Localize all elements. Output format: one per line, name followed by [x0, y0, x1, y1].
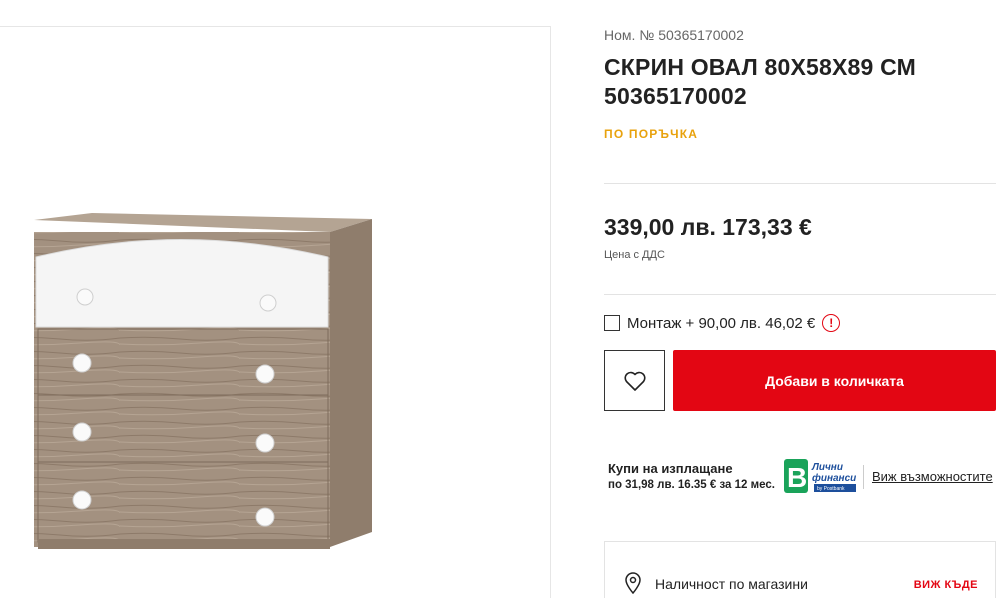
divider	[863, 465, 864, 489]
svg-text:by Postbank: by Postbank	[817, 486, 845, 492]
product-price: 339,00 лв. 173,33 €	[604, 214, 812, 240]
assembly-checkbox[interactable]	[604, 315, 620, 331]
product-title: СКРИН ОВАЛ 80Х58Х89 СМ 50365170002	[604, 54, 916, 109]
svg-text:Лични: Лични	[811, 462, 843, 473]
leasing-terms: по 31,98 лв. 16.35 € за 12 мес.	[608, 479, 775, 491]
heart-icon	[623, 371, 646, 391]
divider	[604, 183, 996, 184]
leasing-options-link[interactable]: Виж възможностите	[872, 469, 993, 484]
lichni-finansi-logo: В Лични финанси by Postbank	[784, 459, 856, 493]
leasing-title: Купи на изплащане	[608, 461, 733, 476]
add-to-cart-button[interactable]: Добави в количката	[673, 350, 996, 411]
leasing-block: Купи на изплащане по 31,98 лв. 16.35 € з…	[608, 459, 998, 499]
product-image-panel	[0, 26, 551, 598]
location-pin-icon	[625, 572, 641, 594]
store-availability-label: Наличност по магазини	[655, 576, 808, 592]
store-availability[interactable]: Наличност по магазини ВИЖ КЪДЕ	[604, 541, 996, 598]
svg-text:финанси: финанси	[812, 472, 856, 484]
vat-note: Цена с ДДС	[604, 249, 665, 261]
product-image	[34, 213, 372, 549]
see-where-link[interactable]: ВИЖ КЪДЕ	[914, 579, 978, 591]
availability-status: ПО ПОРЪЧКА	[604, 127, 699, 141]
wishlist-button[interactable]	[604, 350, 665, 411]
product-sku: Ном. № 50365170002	[604, 27, 744, 43]
info-icon[interactable]: !	[822, 314, 841, 332]
assembly-label: Монтаж + 90,00 лв. 46,02 €	[627, 314, 816, 332]
svg-text:В: В	[787, 462, 807, 493]
divider	[604, 294, 996, 295]
assembly-option[interactable]: Монтаж + 90,00 лв. 46,02 € !	[604, 314, 841, 332]
